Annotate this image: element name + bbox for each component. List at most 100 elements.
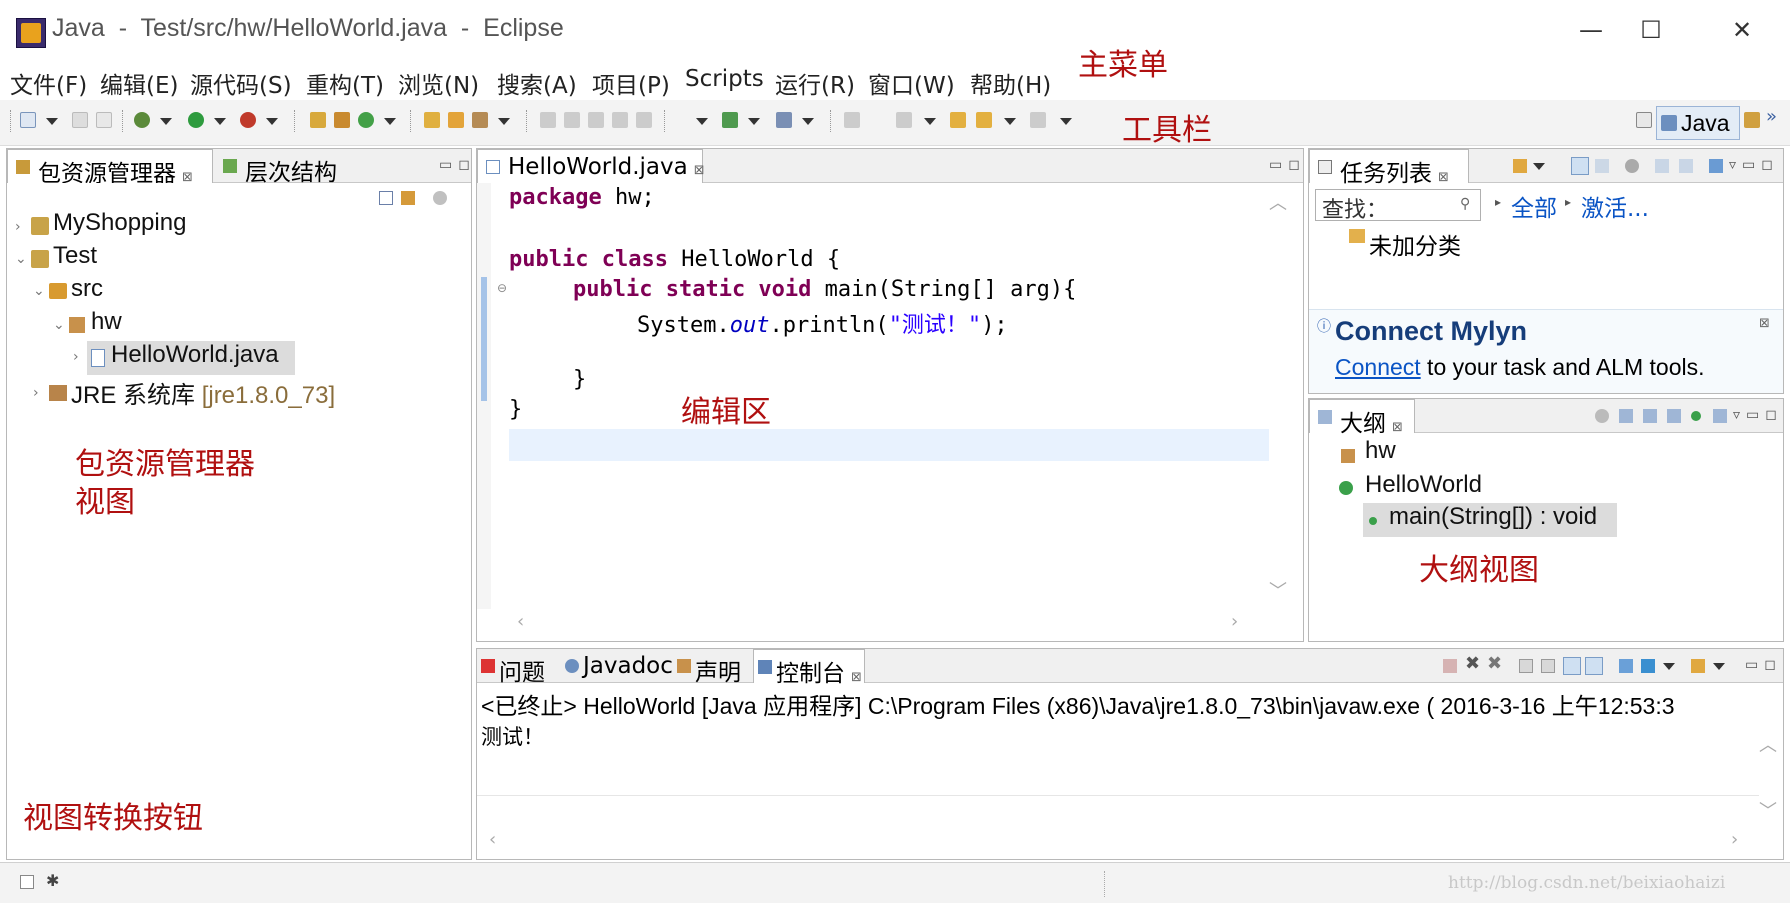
run-icon[interactable] bbox=[188, 112, 204, 128]
code-line-7[interactable]: } bbox=[573, 367, 586, 392]
hide-fields-icon[interactable] bbox=[1643, 409, 1657, 423]
menu-scripts[interactable]: Scripts bbox=[685, 66, 764, 92]
tab-package-explorer[interactable]: 包资源管理器 ⊠ bbox=[7, 149, 213, 187]
scroll-right-icon[interactable]: › bbox=[1231, 611, 1238, 632]
tab-task-list[interactable]: 任务列表 ⊠ bbox=[1309, 149, 1469, 187]
tree-item-jre-library[interactable]: JRE 系统库 [jre1.8.0_73] bbox=[71, 375, 335, 410]
menu-window[interactable]: 窗口(W) bbox=[868, 66, 955, 100]
scroll-up-icon[interactable]: ︿ bbox=[1269, 189, 1287, 215]
maximize-button[interactable]: ☐ bbox=[1625, 10, 1677, 50]
next-annotation-dropdown-icon[interactable] bbox=[696, 118, 708, 125]
menu-run[interactable]: 运行(R) bbox=[775, 66, 855, 100]
menu-navigate[interactable]: 浏览(N) bbox=[398, 66, 479, 100]
sort-icon[interactable] bbox=[1619, 409, 1633, 423]
open-folder-icon[interactable] bbox=[448, 112, 464, 128]
open-type-icon[interactable] bbox=[424, 112, 440, 128]
collapse-icon[interactable]: ⌄ bbox=[53, 317, 65, 333]
word-wrap-icon[interactable] bbox=[1563, 657, 1581, 675]
expand-icon[interactable]: › bbox=[33, 385, 39, 401]
next-icon[interactable] bbox=[1030, 112, 1046, 128]
new-task-icon[interactable] bbox=[1513, 159, 1527, 173]
mylyn-connect-link[interactable]: Connect bbox=[1335, 354, 1421, 380]
scroll-down-icon[interactable]: ﹀ bbox=[1759, 797, 1777, 823]
expand-icon[interactable]: › bbox=[73, 349, 79, 365]
menu-edit[interactable]: 编辑(E) bbox=[100, 66, 178, 100]
tab-hierarchy[interactable]: 层次结构 bbox=[215, 149, 345, 186]
menu-file[interactable]: 文件(F) bbox=[10, 66, 87, 100]
link-with-editor-icon[interactable] bbox=[401, 191, 415, 205]
tree-item-helloworld-selected[interactable]: HelloWorld.java bbox=[87, 341, 295, 375]
collapse-icon[interactable]: ⌄ bbox=[15, 251, 27, 267]
menu-refactor[interactable]: 重构(T) bbox=[306, 66, 384, 100]
external-tools-dropdown-icon[interactable] bbox=[266, 118, 278, 125]
scroll-left-icon[interactable]: ‹ bbox=[489, 829, 496, 850]
new-java-project-icon[interactable] bbox=[310, 112, 326, 128]
tab-helloworld-java[interactable]: HelloWorld.java ⊠ bbox=[477, 149, 705, 183]
next-annotation-icon[interactable] bbox=[722, 112, 738, 128]
hide-static-icon[interactable] bbox=[1667, 409, 1681, 423]
view-menu-icon[interactable] bbox=[433, 191, 447, 205]
debug-view-icon[interactable]: ✱ bbox=[46, 871, 59, 890]
tab-declaration[interactable]: 声明 bbox=[673, 649, 749, 686]
collapse-icon[interactable]: ⌄ bbox=[33, 283, 45, 299]
new-dropdown-icon[interactable] bbox=[46, 118, 58, 125]
new-class-icon[interactable] bbox=[358, 112, 374, 128]
history-forward-icon[interactable] bbox=[896, 112, 912, 128]
console-output[interactable]: 测试！ bbox=[481, 721, 544, 751]
menu-project[interactable]: 项目(P) bbox=[592, 66, 670, 100]
close-button[interactable]: ✕ bbox=[1716, 10, 1768, 50]
scroll-down-icon[interactable]: ﹀ bbox=[1269, 577, 1287, 603]
toggle-mark-icon[interactable] bbox=[540, 112, 556, 128]
synchronize-icon[interactable] bbox=[1709, 159, 1723, 173]
show-stdout-icon[interactable] bbox=[1585, 657, 1603, 675]
history-dropdown-icon[interactable] bbox=[924, 118, 936, 125]
focus-icon[interactable] bbox=[1595, 409, 1609, 423]
new-icon[interactable] bbox=[20, 112, 36, 128]
new-task-dropdown-icon[interactable] bbox=[1533, 163, 1545, 170]
uncategorized-item[interactable]: 未加分类 bbox=[1369, 227, 1461, 261]
whitespace-icon[interactable] bbox=[636, 112, 652, 128]
view-menu-minmax-icons[interactable]: ▿▭◻ bbox=[1733, 407, 1783, 423]
code-line-8[interactable]: } bbox=[509, 397, 522, 422]
forward-icon[interactable] bbox=[976, 112, 992, 128]
back-icon[interactable] bbox=[950, 112, 966, 128]
tree-item-hw[interactable]: hw bbox=[91, 308, 122, 336]
minimize-maximize-icons[interactable]: ▭◻ bbox=[1745, 657, 1782, 673]
block-select-icon[interactable] bbox=[612, 112, 628, 128]
search-dropdown-icon[interactable] bbox=[498, 118, 510, 125]
tab-outline[interactable]: 大纲 ⊠ bbox=[1309, 399, 1415, 437]
open-console-icon[interactable] bbox=[1691, 659, 1705, 673]
more-perspectives-icon[interactable]: » bbox=[1766, 106, 1777, 127]
filter-all-link[interactable]: 全部 bbox=[1511, 189, 1557, 223]
collapse-tasks-icon[interactable] bbox=[1679, 159, 1693, 173]
terminate-icon[interactable] bbox=[1443, 659, 1457, 673]
open-console-dropdown-icon[interactable] bbox=[1713, 663, 1725, 670]
menu-source[interactable]: 源代码(S) bbox=[190, 66, 292, 100]
new-class-dropdown-icon[interactable] bbox=[384, 118, 396, 125]
open-perspective-icon[interactable] bbox=[1636, 112, 1652, 128]
filter-activate-link[interactable]: 激活... bbox=[1581, 189, 1649, 223]
code-line-5[interactable]: System.out.println("测试！"); bbox=[637, 307, 1008, 339]
remove-all-icon[interactable]: ✖ bbox=[1487, 653, 1502, 674]
external-tools-icon[interactable] bbox=[240, 112, 256, 128]
code-line-3[interactable]: public class HelloWorld { bbox=[509, 247, 840, 272]
outline-item-hw[interactable]: hw bbox=[1365, 437, 1396, 465]
remove-launch-icon[interactable]: ✖ bbox=[1465, 653, 1480, 674]
pin-console-icon[interactable] bbox=[1619, 659, 1633, 673]
next-dropdown-icon[interactable] bbox=[1060, 118, 1072, 125]
minimize-maximize-icons[interactable]: ▭◻ bbox=[1269, 157, 1306, 173]
java-ee-perspective-icon[interactable] bbox=[1744, 112, 1760, 128]
close-tab-icon[interactable]: ⊠ bbox=[694, 163, 705, 178]
hide-nonpublic-icon[interactable] bbox=[1691, 411, 1701, 421]
search-tool-icon[interactable] bbox=[472, 112, 488, 128]
close-banner-icon[interactable]: ⊠ bbox=[1759, 316, 1770, 331]
tree-item-test[interactable]: Test bbox=[53, 242, 97, 270]
hide-completed-icon[interactable] bbox=[1655, 159, 1669, 173]
display-console-icon[interactable] bbox=[1641, 659, 1655, 673]
last-edit-icon[interactable] bbox=[776, 112, 792, 128]
bookmark-icon[interactable] bbox=[588, 112, 604, 128]
outline-item-main-selected[interactable]: main(String[]) : void bbox=[1363, 503, 1617, 537]
scroll-lock-icon[interactable] bbox=[1541, 659, 1555, 673]
print-icon[interactable] bbox=[96, 112, 112, 128]
outline-item-helloworld[interactable]: HelloWorld bbox=[1365, 471, 1482, 499]
